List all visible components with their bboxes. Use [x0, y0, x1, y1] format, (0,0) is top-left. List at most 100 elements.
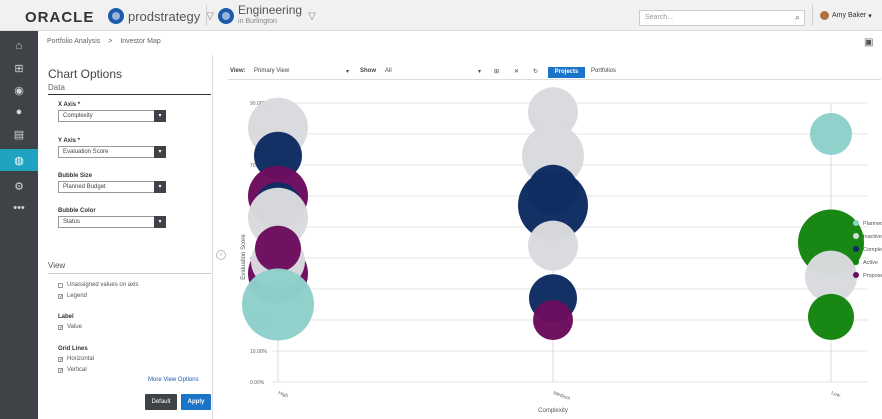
- grid-lines-heading: Grid Lines: [58, 346, 88, 352]
- legend-checkbox[interactable]: ✓ Legend: [58, 293, 87, 299]
- top-bar: ORACLE prodstrategy ▽ Engineering in Bur…: [0, 0, 882, 31]
- legend-marker: [853, 272, 859, 278]
- more-view-options-link[interactable]: More View Options: [148, 377, 199, 383]
- legend-marker: [853, 220, 859, 226]
- legend-label: Active: [863, 260, 878, 266]
- default-button[interactable]: Default: [145, 394, 177, 410]
- x-axis-select[interactable]: Complexity ▾: [58, 110, 166, 122]
- bubble-color-label: Bubble Color: [58, 208, 96, 214]
- tools-icon[interactable]: ✕: [514, 68, 519, 75]
- breadcrumb: Portfolio Analysis > Investor Map: [47, 38, 167, 45]
- panel-divider: [212, 55, 213, 419]
- portfolios-toggle[interactable]: Portfolios: [591, 68, 616, 74]
- label-heading: Label: [58, 314, 74, 320]
- bubble-size-label: Bubble Size: [58, 173, 93, 179]
- context-selector-engineering[interactable]: Engineering in Burlington ▽: [218, 3, 316, 26]
- gear-icon[interactable]: ⚙: [0, 175, 38, 197]
- legend-label: Planned: [863, 221, 882, 227]
- show-label: Show: [360, 68, 376, 74]
- search-icon[interactable]: ⌕: [795, 12, 800, 23]
- apply-button[interactable]: Apply: [181, 394, 211, 410]
- y-axis-label: Y Axis *: [58, 138, 81, 144]
- side-nav: ⌂ ⊞ ◉ ● ▤ ◍ ⚙ •••: [0, 31, 38, 419]
- grid-icon[interactable]: ⊞: [494, 68, 499, 75]
- context-selector-prodstrategy[interactable]: prodstrategy ▽: [108, 6, 214, 26]
- chart-toolbar: View: Primary View ▾ Show All ▾ ⊞ ✕ ↻ Pr…: [228, 66, 881, 80]
- x-tick-label: Low: [830, 390, 841, 399]
- chevron-down-icon[interactable]: ▾: [154, 216, 166, 228]
- y-tick-label: 10.00%: [250, 349, 268, 355]
- x-axis-title: Complexity: [538, 408, 568, 414]
- bubble-inactive[interactable]: [528, 220, 578, 271]
- document-icon[interactable]: ▤: [0, 123, 38, 145]
- divider: [812, 5, 813, 26]
- divider: [206, 5, 207, 26]
- section-rule: [48, 273, 211, 274]
- legend-label: Proposed: [863, 273, 882, 279]
- more-icon[interactable]: •••: [0, 197, 38, 219]
- unassigned-checkbox[interactable]: Unassigned values on axis: [58, 282, 138, 288]
- y-axis-select[interactable]: Evaluation Score ▾: [58, 146, 166, 158]
- legend-label: Inactive: [863, 234, 882, 240]
- chevron-down-icon[interactable]: ▾: [154, 110, 166, 122]
- pdf-icon[interactable]: ▣: [864, 37, 873, 48]
- view-label: View:: [230, 68, 246, 74]
- y-axis-title: Evaluation Score: [241, 234, 247, 280]
- section-rule: [48, 94, 211, 95]
- context-label: prodstrategy: [128, 8, 201, 24]
- show-select[interactable]: All: [385, 68, 392, 74]
- chevron-down-icon[interactable]: ▾: [478, 68, 481, 75]
- analysis-icon[interactable]: ◍: [0, 149, 38, 171]
- collapse-panel-icon[interactable]: ‹: [216, 250, 226, 260]
- bubble-color-select[interactable]: Status ▾: [58, 216, 166, 228]
- chevron-down-icon[interactable]: ▾: [154, 146, 166, 158]
- horizontal-checkbox[interactable]: ✓ Horizontal: [58, 356, 94, 362]
- view-select[interactable]: Primary View: [254, 68, 289, 74]
- context-label: Engineering: [238, 3, 303, 17]
- search-input[interactable]: Search... ⌕: [639, 10, 805, 26]
- user-menu[interactable]: Amy Baker ▾: [820, 11, 872, 20]
- view-heading: View: [48, 261, 66, 270]
- x-axis-field: X Axis * Complexity ▾: [58, 102, 166, 122]
- bubble-planned[interactable]: [242, 268, 314, 341]
- chevron-down-icon: ▽: [308, 10, 316, 22]
- y-axis-field: Y Axis * Evaluation Score ▾: [58, 138, 166, 158]
- search-placeholder: Search...: [645, 14, 674, 21]
- refresh-icon[interactable]: ↻: [533, 68, 538, 75]
- y-tick-label: 0.00%: [250, 380, 265, 386]
- chevron-down-icon[interactable]: ▾: [154, 181, 166, 193]
- bubble-completed[interactable]: [528, 164, 578, 215]
- context-icon: [218, 8, 234, 24]
- bank-icon[interactable]: ⊞: [0, 57, 38, 79]
- legend-marker: [853, 259, 859, 265]
- bubble-color-field: Bubble Color Status ▾: [58, 208, 166, 228]
- user-name: Amy Baker: [832, 12, 867, 19]
- x-axis-label: X Axis *: [58, 102, 81, 108]
- avatar: [820, 11, 829, 20]
- bubble-size-select[interactable]: Planned Budget ▾: [58, 181, 166, 193]
- bubble-size-field: Bubble Size Planned Budget ▾: [58, 173, 166, 193]
- bubble-proposed[interactable]: [533, 300, 573, 340]
- oracle-logo: ORACLE: [25, 9, 95, 26]
- value-checkbox[interactable]: ✓ Value: [58, 324, 82, 330]
- breadcrumb-portfolio-analysis[interactable]: Portfolio Analysis: [47, 38, 100, 45]
- chevron-down-icon[interactable]: ▾: [346, 68, 349, 75]
- bubble-planned[interactable]: [810, 113, 852, 155]
- vertical-checkbox[interactable]: ✓ Vertical: [58, 367, 87, 373]
- legend-label: Completed: [863, 247, 882, 253]
- chevron-down-icon: ▽: [206, 10, 214, 22]
- breadcrumb-separator: >: [108, 38, 113, 45]
- app: ORACLE prodstrategy ▽ Engineering in Bur…: [0, 0, 882, 419]
- data-heading: Data: [48, 83, 65, 92]
- globe-icon[interactable]: ◉: [0, 79, 38, 101]
- legend-marker: [853, 246, 859, 252]
- home-icon[interactable]: ⌂: [0, 35, 38, 57]
- bubble-proposed[interactable]: [255, 225, 301, 272]
- projects-toggle[interactable]: Projects: [548, 67, 585, 78]
- gauge-icon[interactable]: ●: [0, 101, 38, 123]
- bubble-active[interactable]: [808, 293, 854, 340]
- chart-options-panel: Chart Options Data X Axis * Complexity ▾ …: [38, 55, 212, 419]
- legend-marker: [853, 233, 859, 239]
- breadcrumb-investor-map: Investor Map: [120, 38, 161, 45]
- context-icon: [108, 8, 124, 24]
